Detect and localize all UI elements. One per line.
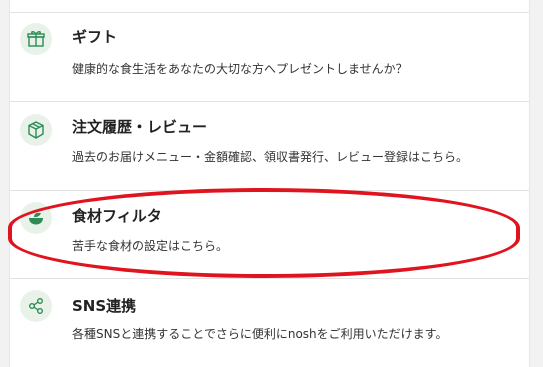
menu-item-title: ギフト <box>72 28 118 46</box>
menu-item-gift[interactable]: ギフト 健康的な食生活をあなたの大切な方へプレゼントしませんか？ <box>10 13 529 101</box>
gift-icon <box>20 23 52 55</box>
menu-item-food-filter[interactable]: 食材フィルタ 苦手な食材の設定はこちら。 <box>10 191 529 278</box>
food-bowl-icon <box>20 202 52 234</box>
settings-menu-panel: ギフト 健康的な食生活をあなたの大切な方へプレゼントしませんか？ 注文履歴・レビ… <box>9 0 530 367</box>
menu-item-title: 注文履歴・レビュー <box>72 118 208 136</box>
menu-item-sns-link[interactable]: SNS連携 各種SNSと連携することでさらに便利にnoshをご利用いただけます。 <box>10 279 529 367</box>
menu-item-description: 過去のお届けメニュー・金額確認、領収書発行、レビュー登録はこちら。 <box>72 150 469 164</box>
box-icon <box>20 114 52 146</box>
menu-item-description: 苦手な食材の設定はこちら。 <box>72 239 229 253</box>
menu-item-title: SNS連携 <box>72 297 137 315</box>
share-icon <box>20 290 52 322</box>
menu-item-order-history[interactable]: 注文履歴・レビュー 過去のお届けメニュー・金額確認、領収書発行、レビュー登録はこ… <box>10 102 529 190</box>
menu-item-description: 各種SNSと連携することでさらに便利にnoshをご利用いただけます。 <box>72 327 448 341</box>
menu-item-title: 食材フィルタ <box>72 207 162 225</box>
menu-item-description: 健康的な食生活をあなたの大切な方へプレゼントしませんか？ <box>72 62 408 76</box>
